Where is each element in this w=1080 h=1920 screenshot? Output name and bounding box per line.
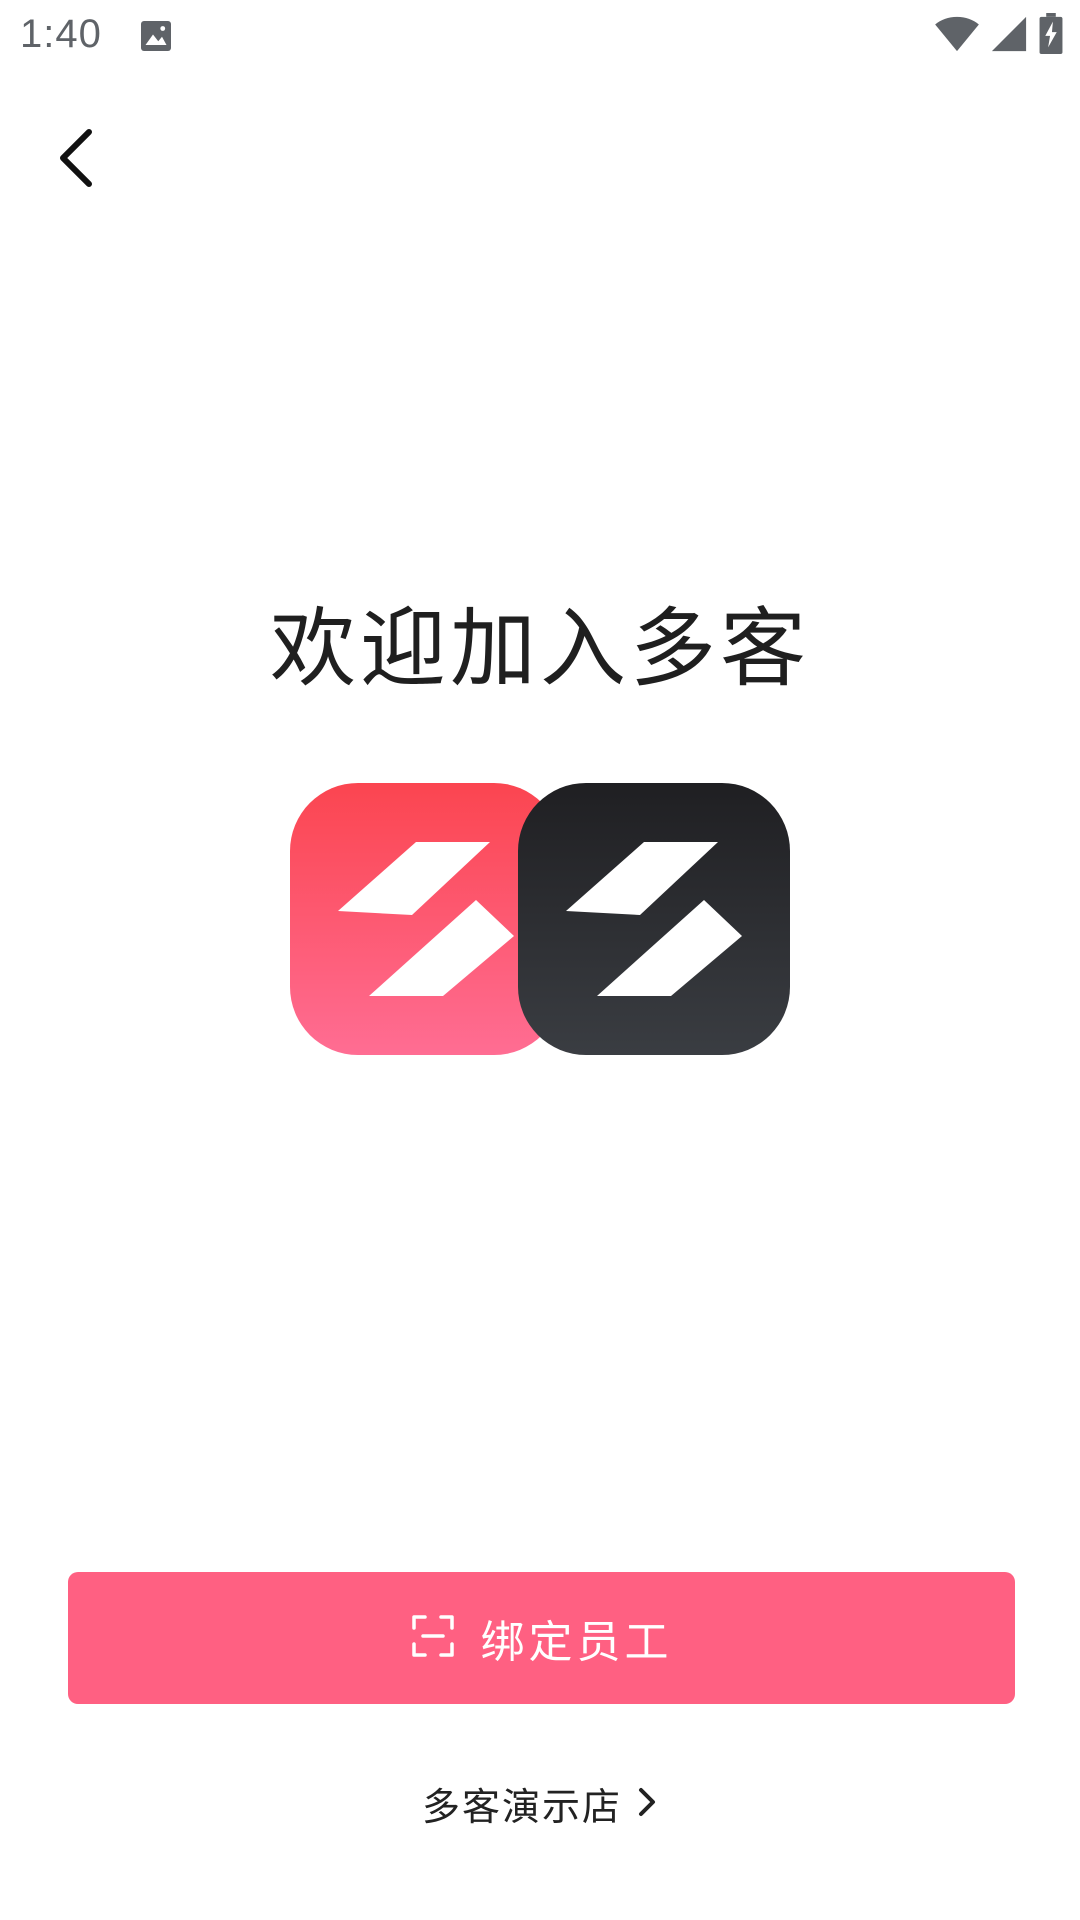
status-time: 1:40 <box>20 12 102 56</box>
bind-employee-button[interactable]: 绑定员工 <box>68 1572 1015 1704</box>
store-name: 多客演示店 <box>421 1785 622 1829</box>
status-bar: 1:40 <box>0 0 1080 72</box>
battery-charging-icon <box>1038 13 1064 59</box>
app-logos <box>290 783 790 1055</box>
bind-employee-label: 绑定员工 <box>480 1617 673 1668</box>
app-logo-dark <box>518 783 790 1055</box>
chevron-right-icon <box>636 1785 658 1823</box>
back-button[interactable] <box>40 120 110 200</box>
status-icons <box>934 13 1064 59</box>
scan-icon <box>411 1614 455 1662</box>
store-link[interactable]: 多客演示店 <box>0 1776 1080 1831</box>
cell-signal-icon <box>990 15 1028 57</box>
wifi-icon <box>934 15 980 57</box>
app-screen: 1:40 欢迎加入多客 绑定员工 多客演示店 <box>0 0 1080 1920</box>
image-icon <box>138 18 174 54</box>
page-title: 欢迎加入多客 <box>270 599 810 699</box>
chevron-left-icon <box>55 128 95 192</box>
